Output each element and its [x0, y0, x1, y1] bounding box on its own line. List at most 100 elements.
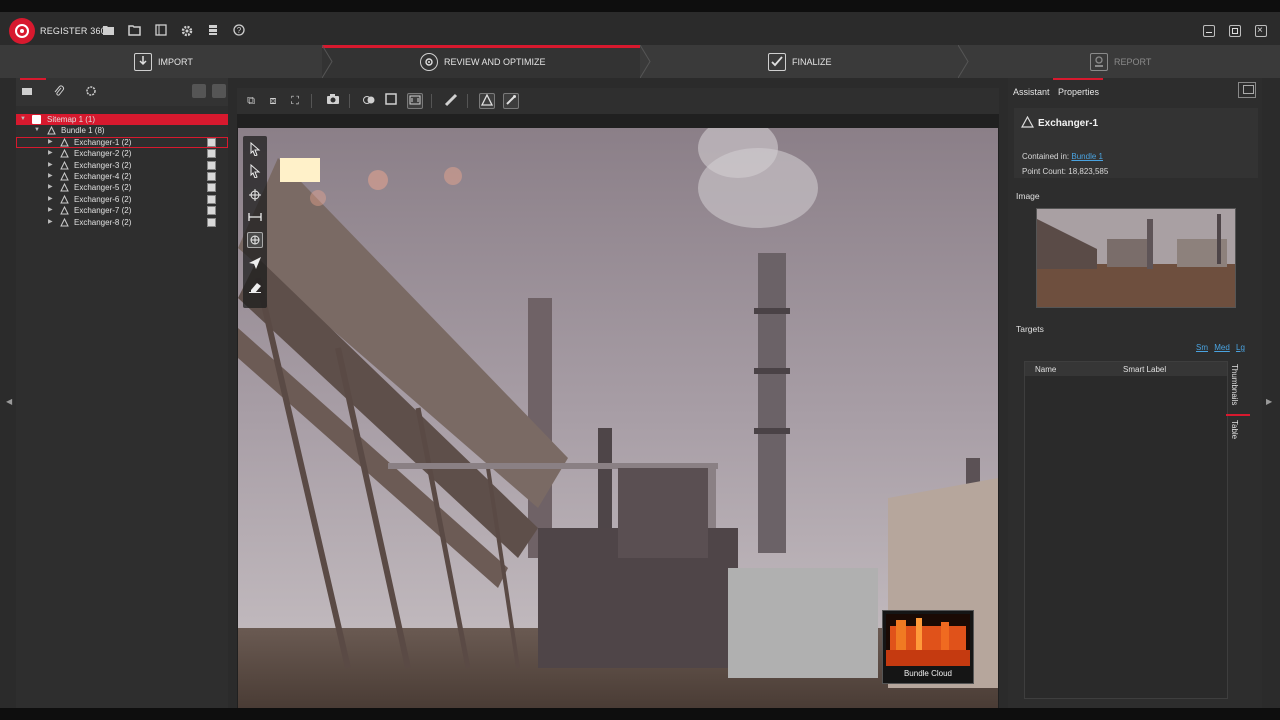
expand-arrow-icon[interactable]: ▶	[48, 148, 53, 159]
tree-item-label: Exchanger-3 (2)	[74, 160, 132, 170]
folder-icon[interactable]	[128, 24, 142, 38]
expand-arrow-icon[interactable]: ▶	[48, 217, 53, 228]
column-header-smart-label[interactable]: Smart Label	[1123, 365, 1166, 374]
size-medium-link[interactable]: Med	[1214, 343, 1230, 352]
bundle-link[interactable]: Bundle 1	[1071, 152, 1103, 161]
step-separator	[958, 45, 969, 78]
image-thumb-icon	[207, 149, 216, 159]
open-folder-icon[interactable]	[102, 24, 116, 38]
setup-title: Exchanger-1	[1038, 118, 1099, 129]
bundle-icon	[47, 126, 56, 135]
help-icon[interactable]: ?	[232, 24, 246, 38]
image-thumb-icon	[207, 206, 216, 216]
square-view-icon[interactable]	[383, 93, 399, 109]
workflow-step-review[interactable]: REVIEW AND OPTIMIZE	[420, 45, 546, 78]
app-window: REGISTER 360 ? × IMPORT REVIEW AND OPTIM…	[0, 12, 1280, 708]
expand-arrow-icon[interactable]: ▼	[20, 114, 26, 125]
active-step-indicator	[322, 45, 640, 48]
step-separator	[322, 45, 333, 78]
pick-target-icon[interactable]	[247, 232, 263, 248]
distance-measure-icon[interactable]	[247, 210, 263, 226]
expand-arrow-icon[interactable]: ▶	[48, 194, 53, 205]
tree-item-sitemap[interactable]: ▼ Sitemap 1 (1)	[16, 114, 228, 126]
size-small-link[interactable]: Sm	[1196, 343, 1208, 352]
database-icon[interactable]	[206, 24, 220, 38]
tree-item-setup[interactable]: ▶ Exchanger-7 (2)	[16, 205, 228, 216]
links-tab-icon[interactable]	[84, 85, 98, 99]
setup-warning-icon	[60, 183, 69, 192]
setup-info-card: Exchanger-1 Contained in: Bundle 1 Point…	[1014, 108, 1258, 178]
expand-arrow-icon[interactable]: ▶	[48, 137, 53, 148]
image-thumb-icon	[207, 183, 216, 193]
gear-icon[interactable]	[180, 24, 194, 38]
target-warning-icon[interactable]	[479, 93, 495, 109]
image-thumb-icon	[207, 160, 216, 170]
expand-arrow-icon[interactable]: ▼	[34, 125, 40, 136]
crosshair-icon[interactable]	[247, 188, 263, 204]
expand-arrow-icon[interactable]: ▶	[48, 182, 53, 193]
active-tab-indicator	[20, 78, 46, 80]
book-icon[interactable]	[154, 24, 168, 38]
tree-item-setup[interactable]: ▶ Exchanger-4 (2)	[16, 171, 228, 182]
bundle-cloud-label: Bundle Cloud	[903, 669, 953, 678]
tab-properties[interactable]: Properties	[1058, 87, 1099, 97]
measure-ruler-icon[interactable]	[443, 93, 459, 109]
collapse-left-arrow-icon[interactable]: ◀	[6, 397, 12, 406]
tree-item-setup[interactable]: ▶ Exchanger-6 (2)	[16, 194, 228, 205]
targets-table: Name Smart Label	[1024, 361, 1228, 699]
toolbar-separator	[349, 94, 350, 108]
tree-item-setup[interactable]: ▶ Exchanger-5 (2)	[16, 182, 228, 193]
eyedropper-icon[interactable]	[503, 93, 519, 109]
bundle-cloud-preview[interactable]: Bundle Cloud	[882, 610, 974, 684]
collapse-right-arrow-icon[interactable]: ▶	[1266, 397, 1272, 406]
color-mode-icon[interactable]	[361, 93, 377, 109]
camera-icon[interactable]	[325, 93, 341, 109]
toolbar-separator	[467, 94, 468, 108]
image-section-heading: Image	[1016, 191, 1040, 201]
panorama-view-icon[interactable]	[407, 93, 423, 109]
size-large-link[interactable]: Lg	[1236, 343, 1245, 352]
tree-item-setup[interactable]: ▶ Exchanger-2 (2)	[16, 148, 228, 159]
image-thumb-icon	[207, 171, 216, 181]
tab-assistant[interactable]: Assistant	[1013, 87, 1050, 97]
minimize-button[interactable]	[1203, 25, 1215, 37]
workflow-step-import[interactable]: IMPORT	[134, 45, 193, 78]
tree-item-setup[interactable]: ▶ Exchanger-1 (2)	[16, 136, 228, 149]
setup-warning-icon	[1021, 116, 1034, 128]
tree-view-toggle-button[interactable]	[192, 84, 206, 98]
navigate-arrow-icon[interactable]	[247, 256, 263, 272]
zoom-fit-icon[interactable]: ⛶	[287, 93, 303, 109]
workflow-step-label: REVIEW AND OPTIMIZE	[444, 56, 546, 67]
setup-warning-icon	[60, 171, 69, 181]
eraser-icon[interactable]	[247, 280, 263, 296]
tree-item-setup[interactable]: ▶ Exchanger-3 (2)	[16, 160, 228, 171]
tree-view-toggle-button[interactable]	[212, 84, 226, 98]
import-icon	[134, 52, 152, 71]
project-tree: ▼ Sitemap 1 (1) ▼ Bundle 1 (8) ▶ Exchang…	[16, 114, 228, 228]
expand-arrow-icon[interactable]: ▶	[48, 160, 53, 171]
select-pointer-icon[interactable]	[247, 141, 263, 158]
setup-warning-icon	[60, 160, 69, 170]
tree-tab-icon[interactable]	[20, 85, 34, 99]
workflow-step-report[interactable]: REPORT	[1090, 45, 1151, 78]
review-icon	[420, 52, 438, 71]
close-button[interactable]: ×	[1255, 25, 1267, 37]
workflow-step-finalize[interactable]: FINALIZE	[768, 45, 832, 78]
tree-item-label: Exchanger-5 (2)	[74, 183, 132, 193]
tree-item-bundle[interactable]: ▼ Bundle 1 (8)	[16, 125, 228, 136]
tree-item-setup[interactable]: ▶ Exchanger-8 (2)	[16, 217, 228, 228]
column-header-name[interactable]: Name	[1035, 365, 1056, 374]
expand-arrow-icon[interactable]: ▶	[48, 171, 53, 182]
tab-table[interactable]: Table	[1230, 420, 1239, 439]
expand-arrow-icon[interactable]: ▶	[48, 205, 53, 216]
attachment-tab-icon[interactable]	[52, 85, 66, 99]
maximize-panel-icon[interactable]	[1238, 82, 1256, 98]
setup-image-thumbnail[interactable]	[1036, 208, 1236, 308]
setup-warning-icon	[60, 137, 69, 147]
tree-item-label: Exchanger-1 (2)	[74, 137, 132, 147]
zoom-extents-icon[interactable]: ⧈	[265, 93, 281, 109]
select-add-pointer-icon[interactable]	[247, 163, 263, 180]
maximize-button[interactable]	[1229, 25, 1241, 37]
zoom-region-icon[interactable]: ⧉	[243, 93, 259, 109]
tab-thumbnails[interactable]: Thumbnails	[1230, 364, 1239, 405]
